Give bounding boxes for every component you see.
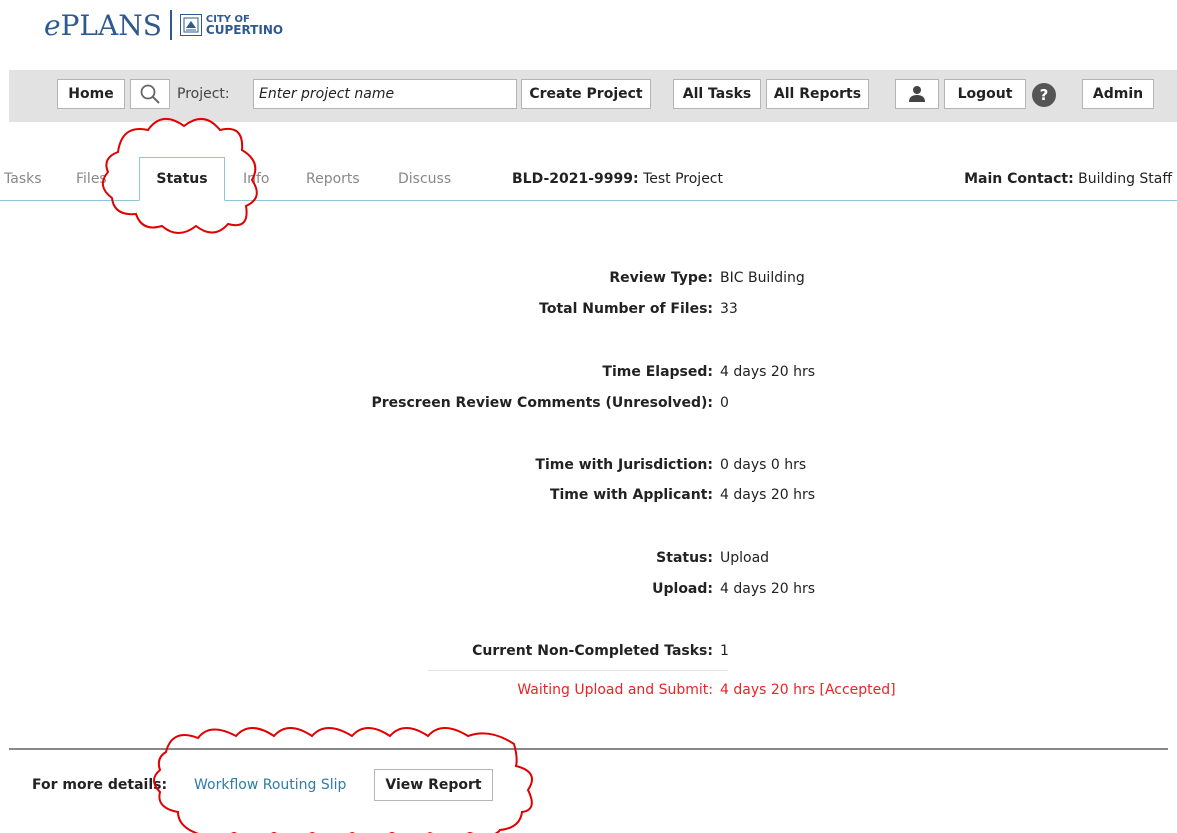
tab-files[interactable]: Files <box>76 171 107 187</box>
all-tasks-button[interactable]: All Tasks <box>673 79 761 109</box>
current-tasks-row: Current Non-Completed Tasks: 1 <box>0 643 1177 663</box>
main-contact-value: Building Staff <box>1078 171 1172 187</box>
tab-discuss[interactable]: Discuss <box>398 171 451 187</box>
upload-row: Upload: 4 days 20 hrs <box>0 581 1177 601</box>
prescreen-label: Prescreen Review Comments (Unresolved): <box>371 395 713 411</box>
project-label: Project: <box>177 86 230 102</box>
total-files-value: 33 <box>720 301 738 317</box>
project-title: BLD-2021-9999: Test Project <box>512 171 723 187</box>
prescreen-value: 0 <box>720 395 729 411</box>
time-elapsed-value: 4 days 20 hrs <box>720 364 816 380</box>
upload-label: Upload: <box>652 581 713 597</box>
review-type-row: Review Type: BIC Building <box>0 270 1177 290</box>
search-icon <box>140 84 160 104</box>
view-report-button[interactable]: View Report <box>374 769 493 801</box>
time-applicant-row: Time with Applicant: 4 days 20 hrs <box>0 487 1177 507</box>
time-applicant-value: 4 days 20 hrs <box>720 487 816 503</box>
logout-button[interactable]: Logout <box>944 79 1026 109</box>
time-applicant-label: Time with Applicant: <box>549 487 713 503</box>
home-button[interactable]: Home <box>57 79 125 109</box>
time-jurisdiction-value: 0 days 0 hrs <box>720 457 807 473</box>
main-contact: Main Contact: Building Staff <box>964 171 1172 187</box>
review-type-value: BIC Building <box>720 270 805 286</box>
main-contact-label: Main Contact: <box>964 171 1074 187</box>
logo-separator <box>169 10 172 40</box>
time-jurisdiction-label: Time with Jurisdiction: <box>535 457 713 473</box>
total-files-row: Total Number of Files: 33 <box>0 301 1177 321</box>
status-label: Status: <box>656 550 713 566</box>
city-seal-icon <box>179 14 202 36</box>
status-row: Status: Upload <box>0 550 1177 570</box>
logo-plans: PLANS <box>60 8 162 42</box>
project-name: Test Project <box>643 171 723 187</box>
logo-e: e <box>44 8 61 42</box>
tab-status[interactable]: Status <box>139 157 225 201</box>
waiting-task-row[interactable]: Waiting Upload and Submit: 4 days 20 hrs… <box>0 682 1177 702</box>
help-icon[interactable]: ? <box>1032 83 1056 107</box>
city-line-2: CUPERTINO <box>205 22 284 37</box>
time-elapsed-row: Time Elapsed: 4 days 20 hrs <box>0 364 1177 384</box>
waiting-task-value: 4 days 20 hrs [Accepted] <box>720 682 896 698</box>
project-search-input[interactable]: Enter project name <box>253 79 517 109</box>
tab-tasks[interactable]: Tasks <box>4 171 42 187</box>
status-value: Upload <box>720 550 770 566</box>
total-files-label: Total Number of Files: <box>539 301 713 317</box>
project-tabs: Tasks Files Status Info Reports Discuss … <box>0 155 1177 201</box>
admin-button[interactable]: Admin <box>1082 79 1154 109</box>
user-profile-button[interactable] <box>895 79 939 109</box>
prescreen-row: Prescreen Review Comments (Unresolved): … <box>0 395 1177 415</box>
all-reports-button[interactable]: All Reports <box>766 79 869 109</box>
eplans-logo: e PLANS CITY OF CUPERTINO <box>44 4 283 46</box>
current-tasks-value: 1 <box>720 643 729 659</box>
current-tasks-label: Current Non-Completed Tasks: <box>472 643 713 659</box>
tasks-divider <box>428 670 728 671</box>
waiting-task-label: Waiting Upload and Submit: <box>517 682 713 698</box>
city-of-cupertino-text: CITY OF CUPERTINO <box>205 14 284 37</box>
project-id: BLD-2021-9999: <box>512 171 639 187</box>
top-toolbar: Home Project: Enter project name Create … <box>9 70 1177 122</box>
more-details-label: For more details: <box>32 777 168 793</box>
user-icon <box>909 86 925 102</box>
annotation-overlay <box>101 118 533 833</box>
bottom-divider <box>9 748 1168 750</box>
create-project-button[interactable]: Create Project <box>521 79 651 109</box>
time-elapsed-label: Time Elapsed: <box>602 364 713 380</box>
tab-info[interactable]: Info <box>243 171 270 187</box>
time-jurisdiction-row: Time with Jurisdiction: 0 days 0 hrs <box>0 457 1177 477</box>
tab-reports[interactable]: Reports <box>306 171 360 187</box>
upload-value: 4 days 20 hrs <box>720 581 816 597</box>
search-button[interactable] <box>130 79 170 109</box>
review-type-label: Review Type: <box>609 270 713 286</box>
workflow-routing-slip-link[interactable]: Workflow Routing Slip <box>194 777 346 793</box>
